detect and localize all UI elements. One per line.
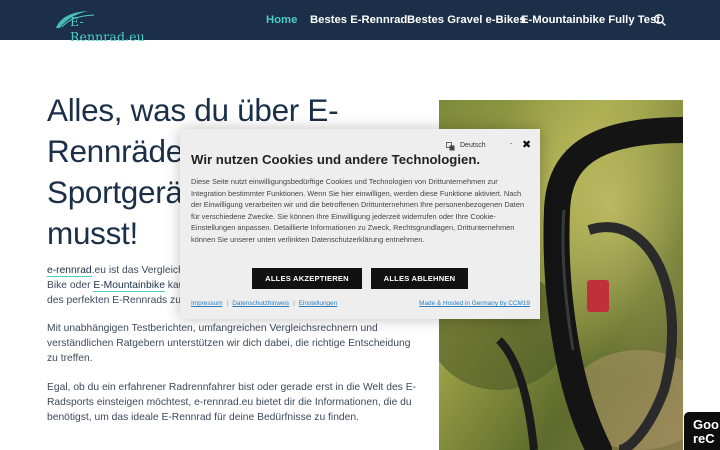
language-icon xyxy=(446,142,455,151)
para-text: Bike oder xyxy=(47,280,94,291)
impressum-link[interactable]: Impressum xyxy=(191,300,223,307)
hosted-by-link[interactable]: Made & Hosted in Germany by CCM19 xyxy=(419,300,530,307)
para-line: Mit unabhängigen Testberichten, umfangre… xyxy=(47,323,378,334)
audience-paragraph: Egal, ob du ein erfahrener Radrennfahrer… xyxy=(47,380,417,425)
close-icon[interactable]: ✖ xyxy=(522,138,531,151)
language-select[interactable]: Deutsch xyxy=(460,142,486,149)
accept-all-button[interactable]: ALLES AKZEPTIEREN xyxy=(252,268,362,289)
title-line: Sportgerä xyxy=(47,174,183,210)
cookie-consent-dialog: Deutsch - ✖ Wir nutzen Cookies und ander… xyxy=(180,129,540,319)
para-text: des perfekten E-Rennrads zu xyxy=(47,295,181,306)
cookie-title: Wir nutzen Cookies und andere Technologi… xyxy=(191,152,481,167)
recaptcha-badge[interactable]: Goo reC xyxy=(684,412,720,450)
logo-text: E-Rennrad.eu xyxy=(70,14,145,44)
para-line: Egal, ob du ein erfahrener Radrennfahrer… xyxy=(47,382,416,393)
nav-bestes-e-rennrad[interactable]: Bestes E-Rennrad xyxy=(310,14,407,26)
chevron-down-icon[interactable]: - xyxy=(510,140,513,148)
para-line: verständlichen Ratgebern unterstützen wi… xyxy=(47,338,411,349)
e-rennrad-link[interactable]: e-rennrad xyxy=(47,265,92,277)
para-line: Radsports einsteigen möchtest, e-rennrad… xyxy=(47,397,412,408)
site-header: E-Rennrad.eu Home Bestes E-Rennrad Beste… xyxy=(0,0,720,44)
para-line: benötigst, um das ideale E-Rennrad für d… xyxy=(47,412,359,423)
einstellungen-link[interactable]: Einstellungen xyxy=(299,300,337,307)
cookie-description: Diese Seite nutzt einwilligungsbedürftig… xyxy=(191,177,525,244)
test-paragraph: Mit unabhängigen Testberichten, umfangre… xyxy=(47,321,417,366)
title-line: musst! xyxy=(47,215,138,251)
para-text: .eu ist das Vergleich xyxy=(91,265,184,276)
para-line: zu treffen. xyxy=(47,353,93,364)
title-line: Rennräde xyxy=(47,133,183,169)
e-mountainbike-link[interactable]: E-Mountainbike xyxy=(93,280,165,292)
site-logo[interactable]: E-Rennrad.eu xyxy=(54,8,154,44)
title-line: Alles, was du über E- xyxy=(47,92,339,128)
datenschutz-link[interactable]: Datenschutzhinweis xyxy=(232,300,289,307)
cookie-links: Impressum | Datenschutzhinweis | Einstellung… xyxy=(191,300,338,307)
nav-bestes-gravel-e-bikes[interactable]: Bestes Gravel e-Bikes xyxy=(407,14,526,26)
nav-e-mountainbike-fully-test[interactable]: E-Mountainbike Fully Test xyxy=(521,14,660,26)
reject-all-button[interactable]: ALLES ABLEHNEN xyxy=(371,268,468,289)
nav-home[interactable]: Home xyxy=(266,14,297,26)
search-icon[interactable] xyxy=(653,13,667,27)
